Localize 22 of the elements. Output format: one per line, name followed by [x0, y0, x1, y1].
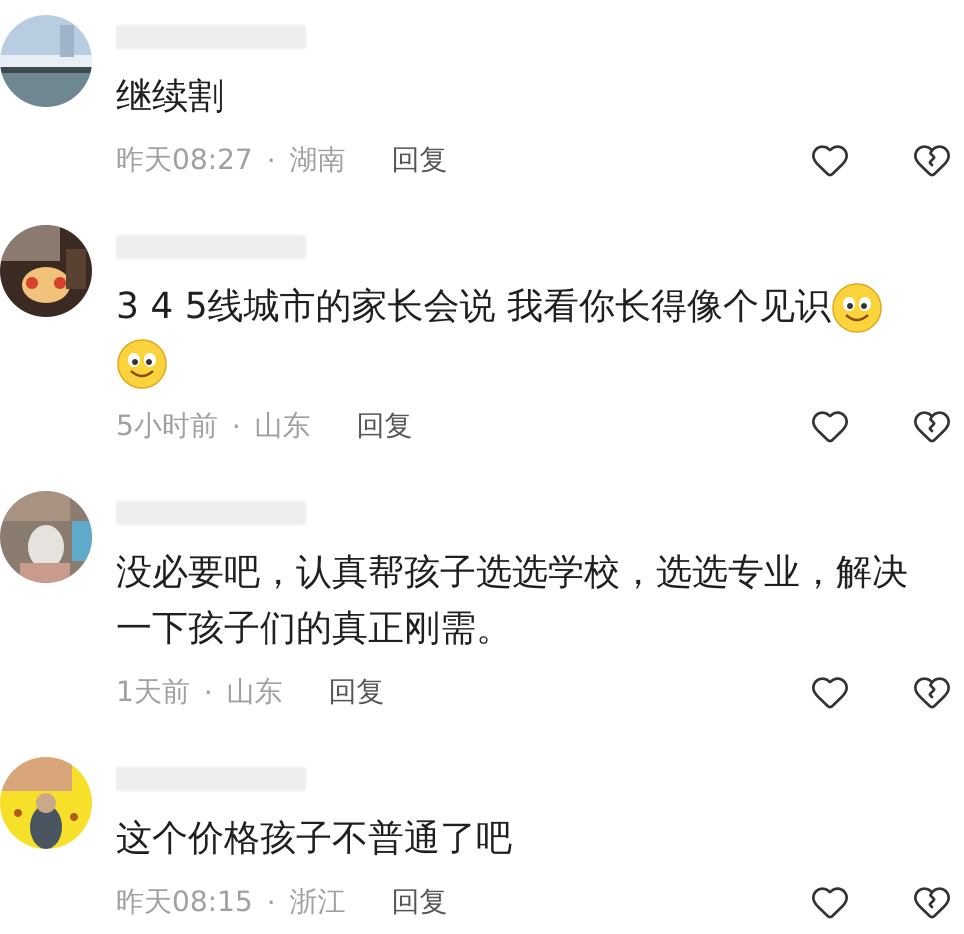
comment-text: 没必要吧，认真帮孩子选选学校，选选专业，解决一下孩子们的真正刚需。 [116, 551, 909, 651]
separator-dot: · [204, 676, 213, 708]
comment-text: 这个价格孩子不普通了吧 [116, 817, 513, 861]
comment-region: 浙江 [290, 884, 346, 920]
comment-region: 山东 [254, 408, 311, 444]
reply-button[interactable]: 回复 [356, 407, 413, 445]
reply-button[interactable]: 回复 [392, 141, 448, 179]
comment-text: 继续割 [116, 75, 225, 119]
smiley-icon [831, 282, 884, 334]
reply-button[interactable]: 回复 [328, 673, 385, 711]
separator-dot: · [266, 144, 276, 176]
comment-region: 山东 [226, 674, 283, 710]
comment-time: 昨天08:27 [116, 142, 253, 178]
comment-time: 昨天08:15 [116, 884, 253, 920]
separator-dot: · [266, 886, 276, 918]
separator-dot: · [232, 410, 241, 442]
comment-region: 湖南 [290, 142, 346, 178]
reply-button[interactable]: 回复 [392, 883, 448, 921]
comment-time: 5小时前 [116, 408, 218, 444]
comment-time: 1天前 [116, 674, 190, 710]
smiley-icon [116, 338, 168, 390]
comment-text: 3 4 5线城市的家长会说 我看你长得像个见识 [116, 279, 926, 391]
